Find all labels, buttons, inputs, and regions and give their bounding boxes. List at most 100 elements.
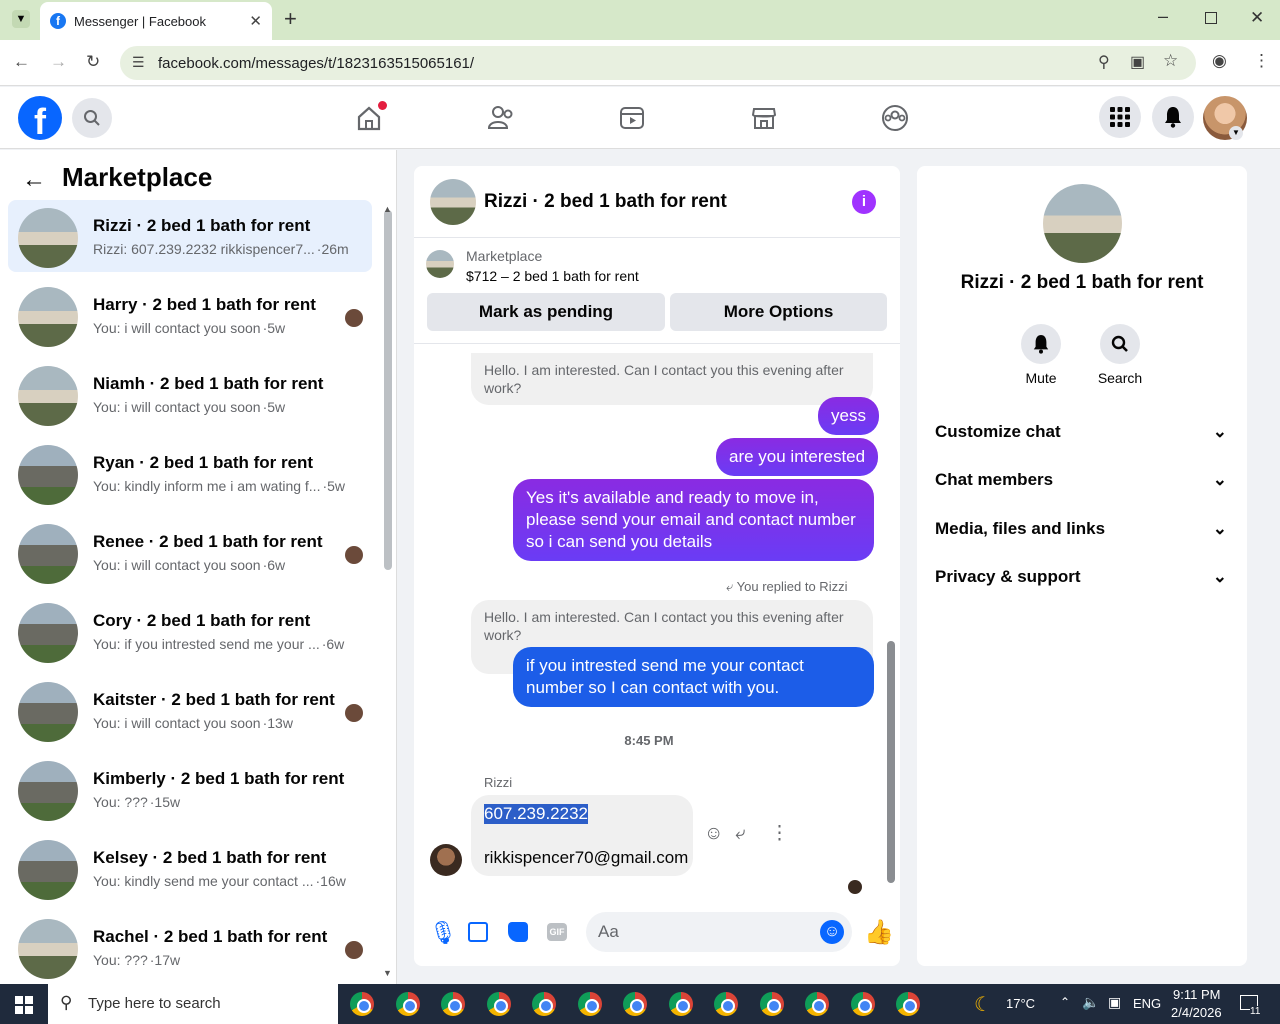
marketplace-icon[interactable] [744, 100, 784, 136]
install-app-icon[interactable]: ▣ [1130, 52, 1145, 72]
windows-start-icon[interactable] [15, 996, 33, 1014]
minimize-icon[interactable]: – [1158, 6, 1168, 27]
scroll-up-icon[interactable]: ▲ [383, 204, 392, 214]
reply-icon[interactable]: ⤶ [735, 823, 746, 845]
message-input[interactable]: Aa ☺ [586, 912, 852, 952]
chat-title[interactable]: Rizzi · 2 bed 1 bath for rent [484, 191, 727, 213]
listing-price[interactable]: $712 – 2 bed 1 bath for rent [466, 268, 639, 284]
reload-icon[interactable]: ↻ [86, 52, 100, 72]
message-outgoing[interactable]: yess [818, 397, 879, 435]
conversation-item[interactable]: Ryan · 2 bed 1 bath for rent You: kindly … [8, 437, 372, 509]
search-icon[interactable] [1100, 324, 1140, 364]
conversation-item[interactable]: Kaitster · 2 bed 1 bath for rent You: i w… [8, 674, 372, 746]
chrome-taskbar-icon[interactable] [896, 992, 920, 1016]
emoji-icon[interactable]: ☺ [820, 920, 844, 944]
microphone-icon[interactable]: 🎙 [429, 920, 457, 946]
tab-search-chevron-icon[interactable]: ▼ [12, 10, 30, 28]
chrome-taskbar-icon[interactable] [486, 992, 511, 1016]
speaker-icon[interactable]: 🔈 [1082, 994, 1099, 1011]
search-icon[interactable] [72, 98, 112, 138]
conversation-list-panel: ← Marketplace Rizzi · 2 bed 1 bath for r… [0, 150, 397, 984]
scrollbar[interactable] [887, 641, 895, 883]
conversation-item[interactable]: Cory · 2 bed 1 bath for rent You: if you … [8, 595, 372, 667]
photo-icon[interactable] [468, 922, 488, 942]
conversation-item[interactable]: Rizzi · 2 bed 1 bath for rent Rizzi: 607.… [8, 200, 372, 272]
profile-icon[interactable]: ◉ [1212, 51, 1227, 71]
menu-grid-icon[interactable] [1099, 96, 1141, 138]
chrome-taskbar-icon[interactable] [714, 992, 738, 1016]
chrome-taskbar-icon[interactable] [532, 992, 556, 1016]
bookmark-star-icon[interactable]: ☆ [1163, 51, 1178, 71]
tray-chevron-icon[interactable]: ⌃ [1060, 995, 1070, 1009]
restore-icon[interactable] [1205, 12, 1217, 24]
home-icon[interactable] [349, 100, 389, 136]
message-outgoing[interactable]: if you intrested send me your contact nu… [513, 647, 874, 707]
close-window-icon[interactable]: ✕ [1250, 8, 1264, 28]
chrome-taskbar-icon[interactable] [623, 992, 647, 1016]
conversation-item[interactable]: Harry · 2 bed 1 bath for rent You: i will… [8, 279, 372, 351]
zoom-icon[interactable]: ⚲ [1098, 52, 1110, 72]
chevron-down-icon[interactable]: ▼ [1229, 126, 1243, 140]
react-emoji-icon[interactable]: ☺ [704, 823, 723, 845]
message-incoming[interactable]: Hello. I am interested. Can I contact yo… [471, 353, 873, 405]
phone-number[interactable]: 607.239.2232 [484, 804, 588, 824]
facebook-logo[interactable]: f [18, 96, 62, 140]
address-bar[interactable]: ☰ facebook.com/messages/t/18231635150651… [120, 46, 1196, 80]
chat-members-row[interactable]: Chat members ⌄ [935, 470, 1235, 490]
profile-avatar[interactable] [1043, 184, 1122, 263]
taskbar-search[interactable]: ⚲ Type here to search [48, 984, 338, 1024]
info-icon[interactable]: i [852, 190, 876, 214]
media-files-links-row[interactable]: Media, files and links ⌄ [935, 519, 1235, 539]
forward-icon[interactable]: → [50, 52, 67, 72]
network-icon[interactable]: ▣ [1108, 994, 1121, 1011]
sender-avatar[interactable] [430, 844, 462, 876]
chat-avatar[interactable] [430, 179, 476, 225]
chrome-taskbar-icon[interactable] [759, 992, 784, 1016]
chrome-taskbar-icon[interactable] [668, 992, 693, 1016]
notifications-bell-icon[interactable] [1152, 96, 1194, 138]
back-arrow-icon[interactable]: ← [22, 166, 46, 194]
weather-temp[interactable]: 17°C [1006, 996, 1035, 1011]
conversation-item[interactable]: Rachel · 2 bed 1 bath for rent You: ??? ·1… [8, 911, 372, 983]
sticker-icon[interactable] [508, 922, 528, 942]
language-indicator[interactable]: ENG [1133, 996, 1161, 1011]
close-tab-icon[interactable]: ✕ [249, 12, 262, 30]
more-options-button[interactable]: More Options [670, 293, 887, 331]
mute-bell-icon[interactable] [1021, 324, 1061, 364]
browser-tab[interactable]: f Messenger | Facebook ✕ [40, 2, 272, 40]
friends-icon[interactable] [481, 100, 521, 136]
conversation-item[interactable]: Renee · 2 bed 1 bath for rent You: i will… [8, 516, 372, 588]
more-icon[interactable]: ⋮ [770, 822, 789, 845]
gif-icon[interactable]: GIF [547, 923, 567, 941]
video-icon[interactable] [612, 100, 652, 136]
site-info-icon[interactable]: ☰ [132, 54, 145, 71]
chrome-taskbar-icon[interactable] [441, 992, 465, 1016]
conversation-item[interactable]: Kelsey · 2 bed 1 bath for rent You: kindl… [8, 832, 372, 904]
email-address[interactable]: rikkispencer70@gmail.com [484, 848, 688, 868]
chrome-taskbar-icon[interactable] [805, 992, 829, 1016]
listing-thumbnail[interactable] [426, 250, 454, 278]
new-tab-button[interactable]: + [284, 6, 297, 32]
chrome-taskbar-icon[interactable] [850, 992, 875, 1016]
clock-time[interactable]: 9:11 PM [1173, 987, 1220, 1002]
message-outgoing[interactable]: Yes it's available and ready to move in,… [513, 479, 874, 561]
scrollbar[interactable] [384, 210, 392, 570]
clock-date[interactable]: 2/4/2026 [1171, 1005, 1222, 1020]
customize-chat-row[interactable]: Customize chat ⌄ [935, 422, 1235, 442]
conversation-item[interactable]: Kimberly · 2 bed 1 bath for rent You: ???… [8, 753, 372, 825]
chrome-menu-icon[interactable]: ⋮ [1253, 51, 1270, 71]
back-icon[interactable]: ← [13, 52, 30, 72]
chrome-taskbar-icon[interactable] [577, 992, 602, 1016]
message-incoming-contact[interactable]: 607.239.2232 rikkispencer70@gmail.com [471, 795, 693, 876]
scroll-down-icon[interactable]: ▼ [383, 968, 392, 978]
mark-as-pending-button[interactable]: Mark as pending [427, 293, 665, 331]
chrome-taskbar-icon[interactable] [350, 992, 374, 1016]
message-outgoing[interactable]: are you interested [716, 438, 879, 476]
conversation-item[interactable]: Niamh · 2 bed 1 bath for rent You: i will… [8, 358, 372, 430]
chrome-taskbar-icon[interactable] [395, 992, 420, 1016]
groups-icon[interactable] [875, 100, 915, 136]
privacy-support-row[interactable]: Privacy & support ⌄ [935, 567, 1235, 587]
chevron-down-icon: ⌄ [1212, 519, 1227, 538]
like-thumb-icon[interactable]: 👍 [864, 918, 894, 947]
account-avatar[interactable]: ▼ [1203, 96, 1247, 140]
